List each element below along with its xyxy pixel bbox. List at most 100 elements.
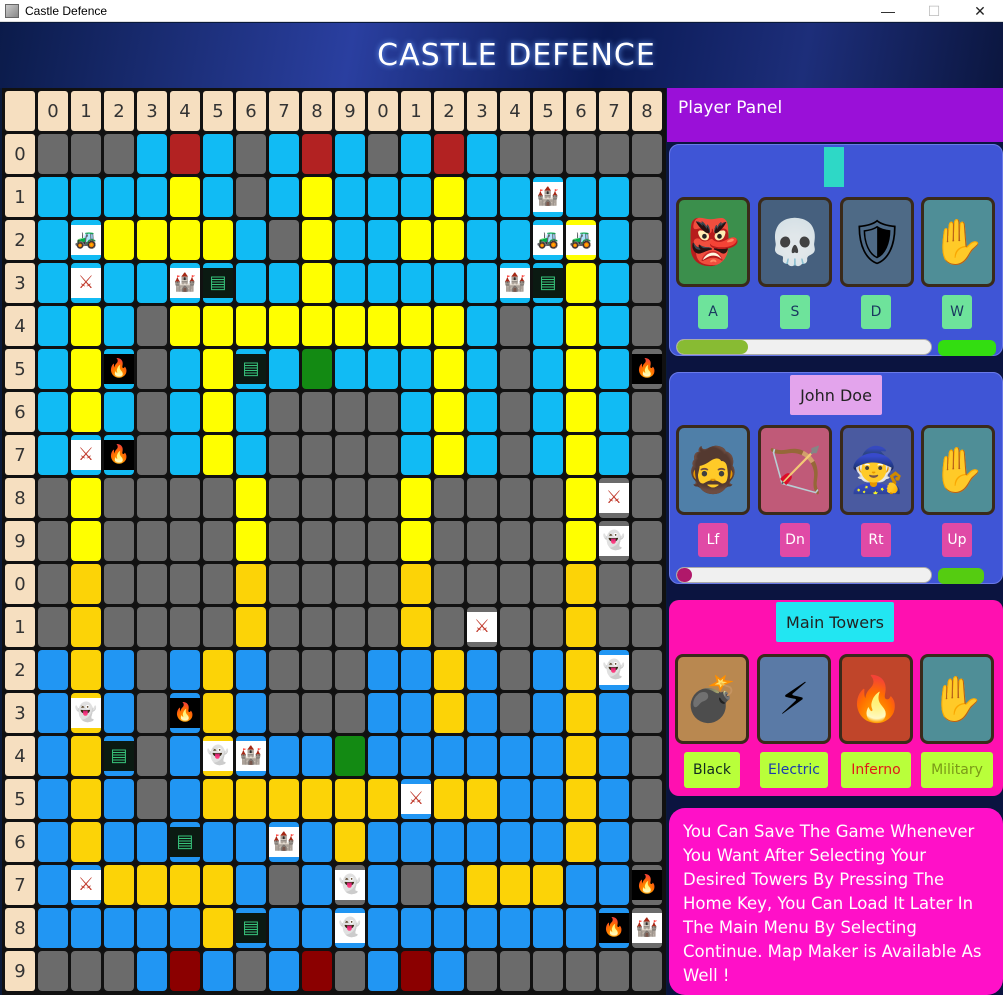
board-cell[interactable] [104, 650, 134, 690]
board-cell[interactable] [599, 392, 629, 432]
player1-name-field[interactable] [824, 147, 844, 187]
board-cell[interactable] [467, 908, 497, 948]
board-cell[interactable] [71, 822, 101, 862]
board-cell[interactable] [302, 435, 332, 475]
board-cell[interactable] [335, 177, 365, 217]
board-cell[interactable] [302, 521, 332, 561]
board-cell[interactable] [632, 951, 662, 991]
board-cell[interactable] [566, 306, 596, 346]
board-cell[interactable]: 🔥 [632, 865, 662, 905]
board-cell[interactable] [71, 650, 101, 690]
board-cell[interactable] [566, 349, 596, 389]
board-cell[interactable] [38, 564, 68, 604]
board-cell[interactable] [632, 392, 662, 432]
board-cell[interactable] [368, 736, 398, 776]
board-cell[interactable] [269, 306, 299, 346]
board-cell[interactable] [368, 177, 398, 217]
board-cell[interactable] [533, 349, 563, 389]
board-cell[interactable] [566, 822, 596, 862]
board-cell[interactable]: ▤ [203, 263, 233, 303]
board-cell[interactable] [533, 306, 563, 346]
tower-label-button[interactable]: Black [684, 752, 740, 788]
board-cell[interactable] [533, 908, 563, 948]
board-cell[interactable] [599, 435, 629, 475]
board-cell[interactable] [236, 435, 266, 475]
board-cell[interactable] [533, 865, 563, 905]
board-cell[interactable]: ⚔ [599, 478, 629, 518]
board-cell[interactable] [269, 650, 299, 690]
board-cell[interactable] [368, 564, 398, 604]
board-cell[interactable] [269, 779, 299, 819]
board-cell[interactable] [203, 220, 233, 260]
board-cell[interactable] [368, 306, 398, 346]
board-cell[interactable] [38, 220, 68, 260]
board-cell[interactable] [137, 306, 167, 346]
board-cell[interactable] [71, 736, 101, 776]
board-cell[interactable] [500, 134, 530, 174]
board-cell[interactable] [335, 435, 365, 475]
board-cell[interactable] [632, 693, 662, 733]
board-cell[interactable] [269, 521, 299, 561]
board-cell[interactable] [104, 607, 134, 647]
board-cell[interactable] [269, 349, 299, 389]
board-cell[interactable] [467, 822, 497, 862]
board-cell[interactable] [203, 349, 233, 389]
board-cell[interactable] [434, 435, 464, 475]
board-cell[interactable] [632, 650, 662, 690]
board-cell[interactable] [467, 349, 497, 389]
board-cell[interactable] [632, 220, 662, 260]
board-cell[interactable] [632, 177, 662, 217]
maximize-button[interactable]: ☐ [911, 0, 957, 22]
board-cell[interactable] [434, 478, 464, 518]
board-cell[interactable] [401, 908, 431, 948]
board-cell[interactable]: 🏰 [236, 736, 266, 776]
board-cell[interactable] [533, 392, 563, 432]
board-cell[interactable] [467, 220, 497, 260]
board-cell[interactable] [434, 736, 464, 776]
board-cell[interactable] [137, 736, 167, 776]
minimize-button[interactable]: — [865, 0, 911, 22]
board-cell[interactable] [401, 822, 431, 862]
board-cell[interactable] [302, 349, 332, 389]
board-cell[interactable] [203, 306, 233, 346]
board-cell[interactable] [203, 134, 233, 174]
board-cell[interactable] [401, 220, 431, 260]
board-cell[interactable] [401, 435, 431, 475]
board-cell[interactable] [632, 435, 662, 475]
board-cell[interactable] [566, 435, 596, 475]
board-cell[interactable] [302, 177, 332, 217]
board-cell[interactable] [533, 650, 563, 690]
board-cell[interactable] [599, 564, 629, 604]
board-cell[interactable] [104, 865, 134, 905]
board-cell[interactable] [236, 306, 266, 346]
board-cell[interactable]: 👻 [599, 650, 629, 690]
board-cell[interactable] [269, 865, 299, 905]
board-cell[interactable] [236, 392, 266, 432]
board-cell[interactable] [137, 564, 167, 604]
board-cell[interactable] [203, 435, 233, 475]
board-cell[interactable] [71, 908, 101, 948]
board-cell[interactable] [335, 349, 365, 389]
board-cell[interactable] [71, 134, 101, 174]
board-cell[interactable] [335, 220, 365, 260]
board-cell[interactable] [38, 951, 68, 991]
board-cell[interactable] [236, 134, 266, 174]
board-cell[interactable] [500, 650, 530, 690]
board-cell[interactable] [170, 349, 200, 389]
board-cell[interactable] [137, 908, 167, 948]
board-cell[interactable] [335, 521, 365, 561]
board-cell[interactable]: 🔥 [170, 693, 200, 733]
board-cell[interactable] [500, 435, 530, 475]
board-cell[interactable] [632, 607, 662, 647]
board-cell[interactable] [533, 822, 563, 862]
board-cell[interactable] [170, 650, 200, 690]
knight-card[interactable]: 🛡 [840, 197, 914, 287]
board-cell[interactable] [170, 435, 200, 475]
board-cell[interactable] [104, 521, 134, 561]
board-cell[interactable] [434, 822, 464, 862]
board-cell[interactable] [170, 736, 200, 776]
board-cell[interactable] [335, 134, 365, 174]
board-cell[interactable] [401, 736, 431, 776]
board-cell[interactable] [599, 822, 629, 862]
board-cell[interactable] [71, 177, 101, 217]
